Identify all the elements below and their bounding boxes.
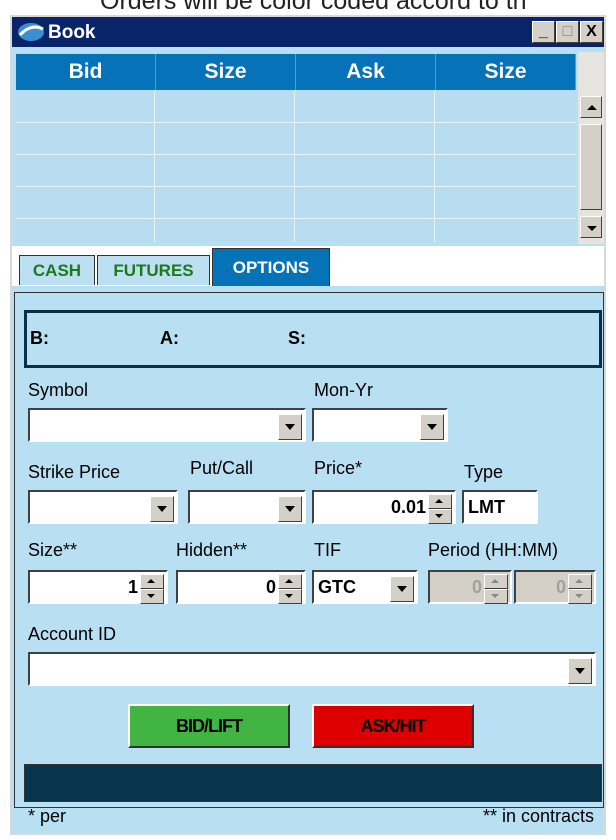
- tab-options[interactable]: OPTIONS: [212, 248, 330, 286]
- close-button[interactable]: X: [580, 21, 603, 43]
- column-header-ask[interactable]: Ask: [296, 54, 436, 90]
- spinner-icon[interactable]: [428, 494, 452, 524]
- table-row: [16, 154, 576, 155]
- dropdown-arrow-icon[interactable]: [420, 414, 444, 440]
- dropdown-arrow-icon[interactable]: [568, 658, 592, 684]
- table-row: [16, 218, 576, 219]
- strike-price-dropdown[interactable]: [28, 490, 178, 524]
- size-label: Size**: [28, 540, 78, 560]
- period-label: Period (HH:MM): [428, 540, 559, 560]
- period-minutes-stepper[interactable]: 0: [514, 570, 596, 604]
- order-book-header: Bid Size Ask Size: [16, 54, 576, 90]
- spinner-icon[interactable]: [568, 574, 592, 604]
- tif-dropdown[interactable]: GTC: [312, 570, 418, 604]
- account-id-label: Account ID: [28, 624, 117, 644]
- tif-label: TIF: [314, 540, 341, 560]
- column-divider: [154, 90, 155, 242]
- table-row: [16, 186, 576, 187]
- column-divider: [294, 90, 295, 242]
- window-title: Book: [48, 22, 96, 43]
- quote-display: [24, 310, 602, 368]
- dropdown-arrow-icon[interactable]: [278, 414, 302, 440]
- ask-quote-label: A:: [160, 328, 179, 348]
- tab-futures[interactable]: FUTURES: [97, 255, 210, 285]
- app-icon: [18, 23, 44, 41]
- hidden-stepper[interactable]: 0: [176, 570, 306, 604]
- column-header-size[interactable]: Size: [436, 54, 576, 90]
- period-hours-stepper[interactable]: 0: [428, 570, 512, 604]
- symbol-dropdown[interactable]: [28, 408, 306, 442]
- size-stepper[interactable]: 1: [28, 570, 168, 604]
- price-value: 0.01: [390, 497, 426, 517]
- status-bar: [24, 764, 602, 802]
- period-hours-value: 0: [471, 577, 482, 597]
- column-divider: [434, 90, 435, 242]
- spinner-icon[interactable]: [484, 574, 508, 604]
- mon-yr-label: Mon-Yr: [314, 380, 374, 400]
- put-call-label: Put/Call: [190, 458, 254, 478]
- dropdown-arrow-icon[interactable]: [150, 496, 174, 522]
- column-header-bid[interactable]: Bid: [16, 54, 156, 90]
- price-stepper[interactable]: 0.01: [312, 490, 456, 524]
- type-field[interactable]: LMT: [462, 490, 538, 524]
- column-header-size[interactable]: Size: [156, 54, 296, 90]
- hidden-label: Hidden**: [176, 540, 248, 560]
- scroll-thumb[interactable]: [580, 124, 602, 210]
- scroll-down-icon[interactable]: [580, 216, 602, 238]
- hidden-value: 0: [265, 577, 276, 597]
- put-call-dropdown[interactable]: [188, 490, 306, 524]
- tif-value: GTC: [318, 577, 356, 597]
- caption-text: Orders will be color coded accord to th: [100, 0, 527, 15]
- ask-hit-button[interactable]: ASK/HIT: [312, 704, 474, 748]
- footnote-contracts: ** in contracts: [482, 806, 594, 826]
- spinner-icon[interactable]: [278, 574, 302, 604]
- bid-lift-button[interactable]: BID/LIFT: [128, 704, 290, 748]
- footnote-per: * per: [28, 806, 67, 826]
- maximize-button[interactable]: □: [556, 21, 579, 43]
- account-id-dropdown[interactable]: [28, 652, 596, 686]
- title-bar[interactable]: [12, 17, 604, 47]
- dropdown-arrow-icon[interactable]: [390, 576, 414, 602]
- symbol-label: Symbol: [28, 380, 89, 400]
- type-label: Type: [464, 462, 504, 482]
- minimize-button[interactable]: _: [532, 21, 555, 43]
- type-value: LMT: [468, 497, 505, 517]
- bid-quote-label: B:: [30, 328, 49, 348]
- dropdown-arrow-icon[interactable]: [278, 496, 302, 522]
- size-quote-label: S:: [288, 328, 306, 348]
- table-row: [16, 122, 576, 123]
- price-label: Price*: [314, 458, 363, 478]
- mon-yr-dropdown[interactable]: [312, 408, 448, 442]
- tab-cash[interactable]: CASH: [19, 255, 95, 285]
- period-minutes-value: 0: [555, 577, 566, 597]
- size-value: 1: [127, 577, 138, 597]
- scroll-up-icon[interactable]: [580, 96, 602, 118]
- spinner-icon[interactable]: [140, 574, 164, 604]
- strike-price-label: Strike Price: [28, 462, 121, 482]
